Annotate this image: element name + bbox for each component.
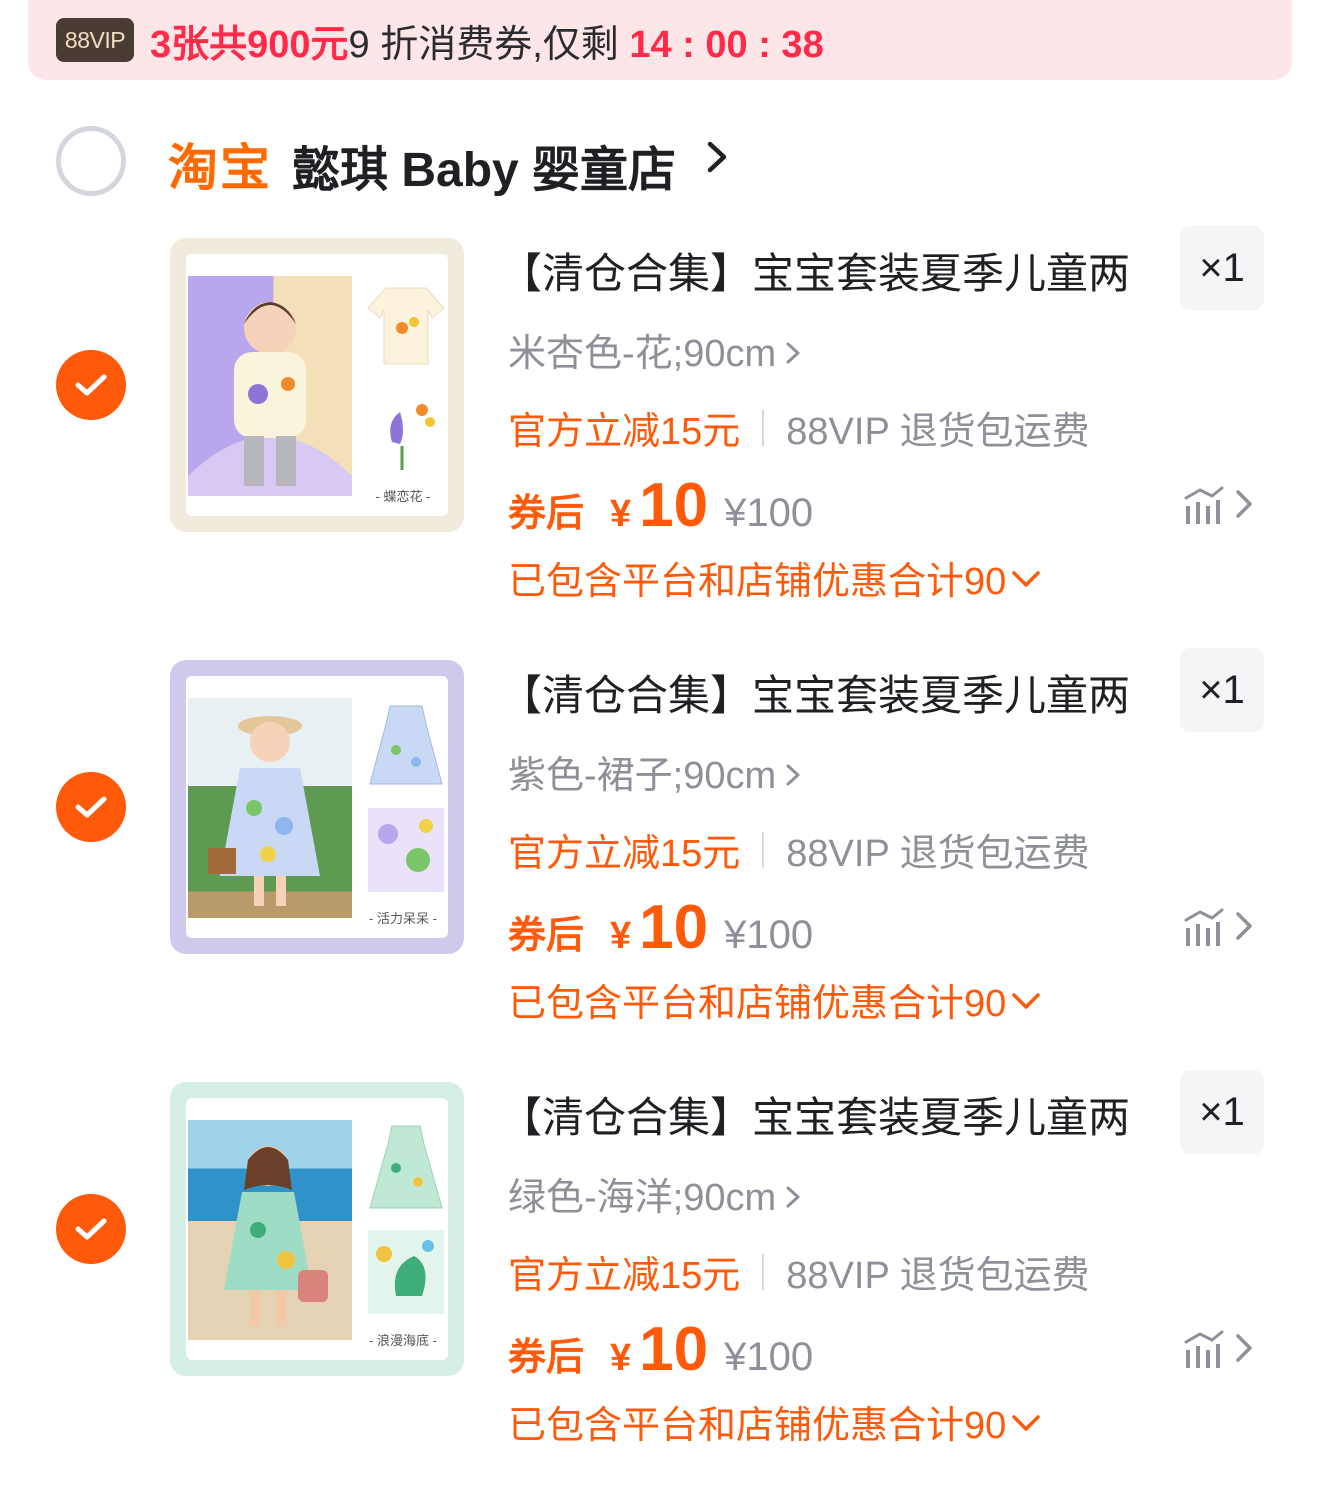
sku-label: 紫色-裙子;90cm [508, 755, 777, 797]
price-row: 券后 ¥ 10 ¥100 [508, 470, 813, 540]
sku-label: 米杏色-花;90cm [508, 333, 777, 375]
thumbnail-caption: - 浪漫海底 - [369, 1333, 437, 1348]
sku-label: 绿色-海洋;90cm [508, 1177, 777, 1219]
price-trend-icon[interactable] [1182, 906, 1256, 950]
promo-row: 官方立减15元 88VIP 退货包运费 [508, 400, 1090, 455]
official-discount-tag: 官方立减15元 [508, 411, 741, 453]
banner-countdown: 14 : 00 : 38 [629, 23, 824, 66]
product-thumbnail[interactable]: - 浪漫海底 - [170, 1082, 464, 1376]
discount-breakdown-toggle[interactable]: 已包含平台和店铺优惠合计90 [508, 972, 1042, 1027]
promo-row: 官方立减15元 88VIP 退货包运费 [508, 822, 1090, 877]
child-figure-image [188, 302, 352, 496]
discount-total-label: 已包含平台和店铺优惠合计90 [508, 983, 1007, 1025]
chevron-right-icon [786, 342, 800, 364]
currency-symbol: ¥ [610, 915, 632, 957]
banner-description: 9 折消费券,仅剩 [348, 23, 619, 66]
banner-amount: 900元 [247, 23, 349, 66]
child-figure-image [208, 716, 320, 906]
after-coupon-label: 券后 [508, 1337, 585, 1379]
check-icon [75, 374, 107, 396]
garment-detail-image [368, 808, 444, 892]
discount-total-label: 已包含平台和店铺优惠合计90 [508, 1405, 1007, 1447]
product-title[interactable]: 【清仓合集】宝宝套装夏季儿童两 [500, 1084, 1160, 1145]
currency-symbol: ¥ [610, 1337, 632, 1379]
vip-badge: 88VIP [56, 18, 134, 62]
product-title[interactable]: 【清仓合集】宝宝套装夏季儿童两 [500, 240, 1160, 301]
garment-top-image [369, 1125, 443, 1209]
garment-detail-image [368, 1230, 444, 1314]
divider [762, 831, 765, 868]
price-row: 券后 ¥ 10 ¥100 [508, 892, 813, 962]
cart-item: - 浪漫海底 - 【清仓合集】宝宝套装夏季儿童两 ×1 绿色-海洋;90cm 官… [0, 1070, 1320, 1482]
product-photo [188, 1120, 352, 1340]
original-price: ¥100 [724, 913, 814, 957]
banner-text: 3张共900元9 折消费券,仅剩 14 : 00 : 38 [150, 13, 824, 68]
return-shipping-tag: 88VIP 退货包运费 [786, 411, 1090, 453]
cart-item: - 活力呆呆 - 【清仓合集】宝宝套装夏季儿童两 ×1 紫色-裙子;90cm 官… [0, 648, 1320, 1060]
store-header: 淘宝 懿琪 Baby 婴童店 [0, 110, 1320, 210]
product-photo [188, 698, 352, 918]
return-shipping-tag: 88VIP 退货包运费 [786, 833, 1090, 875]
banner-count-label: 3张共 [150, 23, 248, 66]
chevron-right-icon [786, 764, 800, 786]
final-price: 10 [639, 893, 709, 962]
original-price: ¥100 [724, 491, 814, 535]
return-shipping-tag: 88VIP 退货包运费 [786, 1255, 1090, 1297]
store-name-link[interactable]: 懿琪 Baby 婴童店 [292, 130, 676, 200]
cart-item: - 蝶恋花 - 【清仓合集】宝宝套装夏季儿童两 ×1 米杏色-花;90cm 官方… [0, 226, 1320, 638]
quantity-button[interactable]: ×1 [1180, 226, 1264, 310]
chevron-down-icon [1012, 993, 1041, 1009]
garment-top-image [369, 705, 443, 785]
thumbnail-card: - 活力呆呆 - [186, 676, 448, 938]
after-coupon-label: 券后 [508, 493, 585, 535]
divider [762, 1253, 765, 1290]
taobao-logo: 淘宝 [168, 140, 272, 196]
coupon-banner[interactable]: 88VIP 3张共900元9 折消费券,仅剩 14 : 00 : 38 [28, 0, 1292, 80]
chevron-right-icon[interactable] [700, 132, 736, 182]
item-select-checkbox[interactable] [56, 1194, 126, 1264]
quantity-button[interactable]: ×1 [1180, 648, 1264, 732]
official-discount-tag: 官方立减15元 [508, 833, 741, 875]
thumbnail-caption: - 活力呆呆 - [369, 911, 437, 926]
official-discount-tag: 官方立减15元 [508, 1255, 741, 1297]
discount-total-label: 已包含平台和店铺优惠合计90 [508, 561, 1007, 603]
thumbnail-card: - 蝶恋花 - [186, 254, 448, 516]
product-title[interactable]: 【清仓合集】宝宝套装夏季儿童两 [500, 662, 1160, 723]
item-select-checkbox[interactable] [56, 350, 126, 420]
currency-symbol: ¥ [610, 493, 632, 535]
product-thumbnail[interactable]: - 蝶恋花 - [170, 238, 464, 532]
final-price: 10 [639, 1315, 709, 1384]
chevron-down-icon [1012, 571, 1041, 587]
product-thumbnail[interactable]: - 活力呆呆 - [170, 660, 464, 954]
item-select-checkbox[interactable] [56, 772, 126, 842]
garment-top-image [367, 287, 445, 365]
quantity-button[interactable]: ×1 [1180, 1070, 1264, 1154]
garment-detail-image [390, 404, 435, 470]
sku-selector[interactable]: 紫色-裙子;90cm [508, 744, 804, 799]
discount-breakdown-toggle[interactable]: 已包含平台和店铺优惠合计90 [508, 550, 1042, 605]
original-price: ¥100 [724, 1335, 814, 1379]
store-select-checkbox[interactable] [56, 126, 126, 196]
divider [762, 409, 765, 446]
promo-row: 官方立减15元 88VIP 退货包运费 [508, 1244, 1090, 1299]
thumbnail-caption: - 蝶恋花 - [375, 489, 431, 504]
discount-breakdown-toggle[interactable]: 已包含平台和店铺优惠合计90 [508, 1394, 1042, 1449]
product-photo [188, 276, 352, 496]
after-coupon-label: 券后 [508, 915, 585, 957]
final-price: 10 [639, 471, 709, 540]
child-figure-image [224, 1146, 328, 1326]
price-trend-icon[interactable] [1182, 484, 1256, 528]
price-row: 券后 ¥ 10 ¥100 [508, 1314, 813, 1384]
chevron-down-icon [1012, 1415, 1041, 1431]
price-trend-icon[interactable] [1182, 1328, 1256, 1372]
sku-selector[interactable]: 米杏色-花;90cm [508, 322, 804, 377]
check-icon [75, 1218, 107, 1240]
thumbnail-card: - 浪漫海底 - [186, 1098, 448, 1360]
chevron-right-icon [786, 1186, 800, 1208]
check-icon [75, 796, 107, 818]
sku-selector[interactable]: 绿色-海洋;90cm [508, 1166, 804, 1221]
